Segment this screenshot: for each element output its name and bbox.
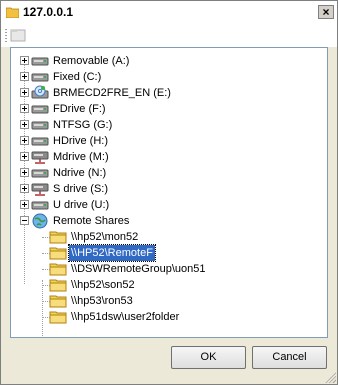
network-drive-icon — [31, 149, 49, 165]
folder-tree[interactable]: Removable (A:) Fixed (C:) BRMECD2FRE_EN (E… — [10, 47, 328, 338]
tree-item-share[interactable]: \\hp52\son52 — [11, 277, 327, 293]
resize-grip[interactable] — [324, 371, 336, 383]
tree-node-label: HDrive (H:) — [53, 135, 108, 147]
expand-icon[interactable] — [20, 104, 29, 113]
tree-item-share[interactable]: \\hp51dsw\user2folder — [11, 309, 327, 325]
ok-button[interactable]: OK — [171, 346, 246, 369]
tree-item-drive[interactable]: Mdrive (M:) — [11, 149, 327, 165]
tree-node-label: Mdrive (M:) — [53, 151, 109, 163]
network-drive-icon — [31, 181, 49, 197]
tree-item-share[interactable]: \\DSWRemoteGroup\uon51 — [11, 261, 327, 277]
tree-node-label: FDrive (F:) — [53, 103, 106, 115]
dialog-window: 127.0.0.1 × Removable (A:) Fixed (C:) BRME… — [0, 0, 338, 385]
drive-icon — [31, 197, 49, 213]
tree-item-drive[interactable]: Ndrive (N:) — [11, 165, 327, 181]
tree-node-label: \\hp52\mon52 — [71, 231, 139, 243]
drive-icon — [31, 133, 49, 149]
cd-drive-icon — [31, 85, 49, 101]
folder-icon — [49, 277, 67, 293]
tree-item-drive[interactable]: HDrive (H:) — [11, 133, 327, 149]
expand-icon[interactable] — [20, 88, 29, 97]
tree-node-label: \\DSWRemoteGroup\uon51 — [71, 263, 206, 275]
tree-item-drive[interactable]: Removable (A:) — [11, 53, 327, 69]
tree-node-label: Ndrive (N:) — [53, 167, 107, 179]
title-bar: 127.0.0.1 × — [1, 1, 337, 26]
tree-item-drive[interactable]: S drive (S:) — [11, 181, 327, 197]
tree-node-label: BRMECD2FRE_EN (E:) — [53, 87, 171, 99]
tree-node-label: Remote Shares — [53, 215, 130, 227]
expand-icon[interactable] — [20, 200, 29, 209]
new-folder-icon[interactable] — [10, 28, 26, 42]
tree-node-label: \\HP52\RemoteF — [68, 244, 156, 262]
tree-node-label: \\hp52\son52 — [71, 279, 135, 291]
drive-icon — [31, 101, 49, 117]
collapse-icon[interactable] — [20, 216, 29, 225]
expand-icon[interactable] — [20, 72, 29, 81]
drive-icon — [31, 117, 49, 133]
tree-item-drive[interactable]: U drive (U:) — [11, 197, 327, 213]
expand-icon[interactable] — [20, 56, 29, 65]
toolbar-grip[interactable] — [5, 29, 7, 43]
folder-icon — [49, 229, 67, 245]
expand-icon[interactable] — [20, 152, 29, 161]
folder-icon — [49, 245, 67, 261]
tree-node-label: S drive (S:) — [53, 183, 109, 195]
cancel-button[interactable]: Cancel — [252, 346, 327, 369]
tree-node-label: NTFSG (G:) — [53, 119, 113, 131]
window-title: 127.0.0.1 — [23, 5, 74, 19]
tree-item-drive[interactable]: BRMECD2FRE_EN (E:) — [11, 85, 327, 101]
folder-icon — [49, 309, 67, 325]
folder-icon — [5, 7, 20, 19]
drive-icon — [31, 165, 49, 181]
tree-item-drive[interactable]: Fixed (C:) — [11, 69, 327, 85]
globe-icon — [31, 213, 49, 229]
tree-node-label: \\hp53\ron53 — [71, 295, 133, 307]
tree-node-label: Removable (A:) — [53, 55, 130, 67]
tree-item-drive[interactable]: NTFSG (G:) — [11, 117, 327, 133]
folder-icon — [49, 293, 67, 309]
tree-item-share[interactable]: \\HP52\RemoteF — [11, 244, 327, 262]
tree-item-share[interactable]: \\hp52\mon52 — [11, 229, 327, 245]
toolbar — [1, 25, 337, 47]
tree-node-label: U drive (U:) — [53, 199, 110, 211]
drive-icon — [31, 53, 49, 69]
folder-icon — [49, 261, 67, 277]
expand-icon[interactable] — [20, 168, 29, 177]
expand-icon[interactable] — [20, 136, 29, 145]
tree-item-remote-shares[interactable]: Remote Shares — [11, 213, 327, 229]
tree-item-drive[interactable]: FDrive (F:) — [11, 101, 327, 117]
tree-node-label: \\hp51dsw\user2folder — [71, 311, 180, 323]
close-button[interactable]: × — [318, 5, 334, 19]
tree-item-share[interactable]: \\hp53\ron53 — [11, 293, 327, 309]
expand-icon[interactable] — [20, 120, 29, 129]
expand-icon[interactable] — [20, 184, 29, 193]
drive-icon — [31, 69, 49, 85]
tree-node-label: Fixed (C:) — [53, 71, 102, 83]
